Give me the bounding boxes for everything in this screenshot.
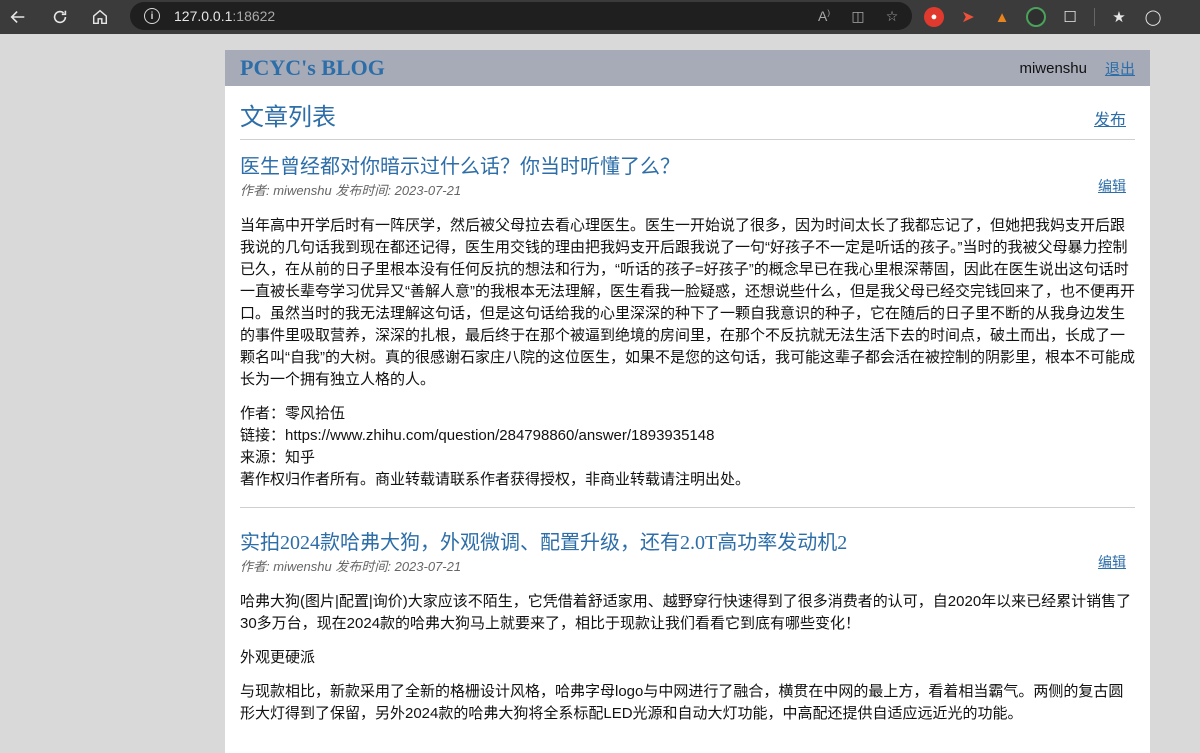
article-paragraph: 当年高中开学后时有一阵厌学，然后被父母拉去看心理医生。医生一开始说了很多，因为时… [240, 216, 1135, 388]
article-body: 哈弗大狗(图片|配置|询价)大家应该不陌生，它凭借着舒适家用、越野穿行快速得到了… [240, 591, 1135, 725]
blog-title[interactable]: PCYC's BLOG [240, 55, 385, 81]
extension-green-icon[interactable] [1026, 7, 1046, 27]
username: miwenshu [1019, 59, 1087, 77]
edit-link[interactable]: 编辑 [1098, 552, 1126, 572]
article-paragraph: 哈弗大狗(图片|配置|询价)大家应该不陌生，它凭借着舒适家用、越野穿行快速得到了… [240, 592, 1132, 632]
article-title-link[interactable]: 医生曾经都对你暗示过什么话？你当时听懂了么？ [240, 156, 1135, 179]
browser-toolbar: i 127.0.0.1:18622 A) ◫ ☆ ● ➤ ▲ ☐ ★ ◯ [0, 0, 1200, 34]
source-link: 链接：https://www.zhihu.com/question/284798… [240, 426, 715, 444]
article-item: 医生曾经都对你暗示过什么话？你当时听懂了么？ 编辑 作者: miwenshu 发… [240, 140, 1135, 491]
address-bar[interactable]: i 127.0.0.1:18622 A) ◫ ☆ [130, 2, 912, 30]
article-title-link[interactable]: 实拍2024款哈弗大狗，外观微调、配置升级，还有2.0T高功率发动机2 [240, 532, 1135, 555]
home-icon[interactable] [84, 1, 116, 33]
logout-link[interactable]: 退出 [1105, 58, 1135, 79]
url-host: 127.0.0.1 [174, 8, 233, 24]
article-meta: 作者: miwenshu 发布时间: 2023-07-21 [240, 182, 462, 198]
article-paragraph: 与现款相比，新款采用了全新的格栅设计风格，哈弗字母logo与中网进行了融合，横贯… [240, 682, 1124, 722]
reload-icon[interactable] [44, 1, 76, 33]
article-body: 当年高中开学后时有一阵厌学，然后被父母拉去看心理医生。医生一开始说了很多，因为时… [240, 215, 1135, 491]
extension-swift-icon[interactable]: ➤ [958, 7, 978, 27]
page-title: 文章列表 [240, 105, 336, 131]
extension-fox-icon[interactable]: ▲ [992, 7, 1012, 27]
favorite-star-icon[interactable]: ☆ [882, 8, 902, 25]
url-text: 127.0.0.1:18622 [174, 8, 275, 24]
article-item: 实拍2024款哈弗大狗，外观微调、配置升级，还有2.0T高功率发动机2 编辑 作… [240, 506, 1135, 725]
profile-icon[interactable]: ◯ [1143, 7, 1163, 27]
site-header: PCYC's BLOG miwenshu 退出 [225, 50, 1150, 86]
blog-page: PCYC's BLOG miwenshu 退出 文章列表 发布 医生曾经都对你暗… [225, 50, 1150, 753]
extension-red-icon[interactable]: ● [924, 7, 944, 27]
url-port: :18622 [232, 8, 276, 24]
back-icon[interactable] [2, 1, 34, 33]
publish-link[interactable]: 发布 [1094, 106, 1126, 130]
site-info-icon[interactable]: i [144, 8, 160, 24]
article-source-info: 作者：零风拾伍 链接：https://www.zhihu.com/questio… [240, 403, 1135, 491]
edit-link[interactable]: 编辑 [1098, 176, 1126, 196]
divider [1094, 8, 1095, 26]
reader-mode-icon[interactable]: ◫ [848, 8, 868, 25]
article-paragraph: 外观更硬派 [240, 648, 316, 666]
extensions-puzzle-icon[interactable]: ☐ [1060, 7, 1080, 27]
article-list-header: 文章列表 发布 [240, 86, 1135, 140]
source-author: 作者：零风拾伍 [240, 404, 346, 422]
copyright-notice: 著作权归作者所有。商业转载请联系作者获得授权，非商业转载请注明出处。 [240, 470, 751, 488]
source-origin: 来源：知乎 [240, 448, 316, 466]
main-content: 文章列表 发布 医生曾经都对你暗示过什么话？你当时听懂了么？ 编辑 作者: mi… [225, 86, 1150, 725]
collections-icon[interactable]: ★ [1109, 7, 1129, 27]
read-aloud-icon[interactable]: A) [814, 8, 834, 24]
article-meta: 作者: miwenshu 发布时间: 2023-07-21 [240, 558, 462, 574]
